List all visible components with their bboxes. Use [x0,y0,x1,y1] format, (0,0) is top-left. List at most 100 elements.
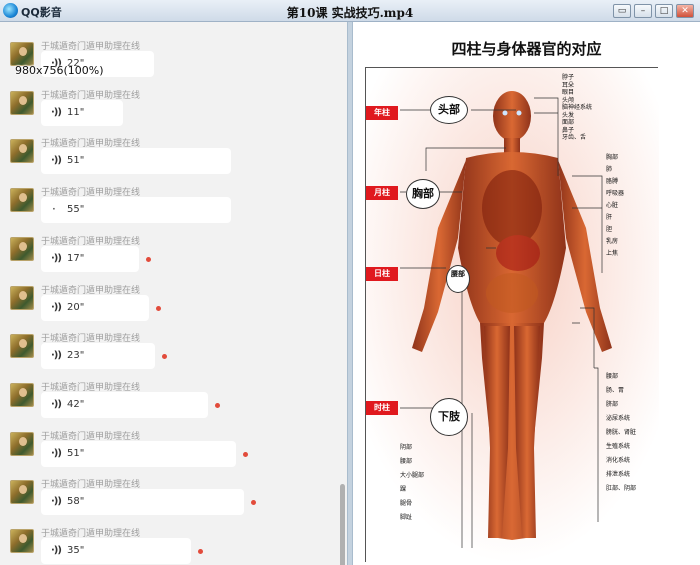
voice-wave-icon: ·)) [51,545,62,556]
chest-organ-label: 肝 [606,214,613,221]
title-bar[interactable]: QQ影音 第10课 实战技巧.mp4 ▭ – □ ✕ [0,0,700,22]
leg-part-label: 大小腿部 [400,472,425,479]
sender-avatar[interactable] [10,285,34,310]
unread-dot-icon [215,402,220,408]
voice-duration: 20" [67,301,85,313]
voice-message-bubble[interactable]: ·)) 42" [41,391,208,418]
voice-duration: 58" [67,496,85,508]
voice-message-bubble[interactable]: ·)) 17" [41,245,139,272]
chat-message[interactable]: 于城遁奇门遁甲助理在线 ·)) 51" [0,428,347,476]
waist-organ-label: 生殖系统 [606,443,631,450]
voice-message-bubble[interactable]: ·)) 58" [41,489,244,516]
unread-dot-icon [243,451,248,457]
waist-organ-label: 泌尿系统 [606,415,631,422]
voice-message-bubble[interactable]: ·)) 51" [41,440,236,467]
unread-dot-icon [146,256,151,262]
pillar-tag-day: 日柱 [366,267,398,281]
voice-duration: 23" [67,350,85,362]
video-frame: 四柱与身体器官的对应 年柱 月柱 日柱 时柱 头部 胸部 腰部 下肢 脖子 耳朵… [353,22,700,565]
chat-message[interactable]: 于城遁奇门遁甲助理在线 ·)) 42" [0,379,347,427]
voice-message-bubble[interactable]: ·)) 23" [41,343,155,370]
chest-organ-label: 肺 [606,166,613,173]
chat-message[interactable]: 于城遁奇门遁甲助理在线 ·)) 20" [0,282,347,330]
pillar-tag-month: 月柱 [366,186,398,200]
sender-avatar[interactable] [10,42,34,66]
region-waist: 腰部 [446,265,470,293]
unread-dot-icon [162,354,167,360]
voice-wave-icon: ·)) [51,398,62,410]
unread-dot-icon [251,500,256,506]
mini-mode-button[interactable]: ▭ [613,4,631,18]
leg-part-label: 阴部 [400,444,413,451]
waist-organ-label: 腰部 [606,373,619,380]
waist-organ-label: 消化系统 [606,457,631,464]
voice-message-bubble[interactable]: ·)) 35" [41,538,191,564]
leg-part-label: 踝 [400,486,407,493]
maximize-button[interactable]: □ [655,4,673,18]
sender-name: 于城遁奇门遁甲助理在线 [41,90,141,101]
sender-avatar[interactable] [10,139,34,164]
chat-message[interactable]: 于城遁奇门遁甲助理在线 ·)) 22" [0,38,347,86]
minimize-button[interactable]: – [634,4,652,18]
sender-avatar[interactable] [10,431,34,456]
region-lower: 下肢 [430,398,468,436]
chest-organ-label: 胸部 [606,154,619,161]
voice-wave-icon: ·)) [51,301,62,313]
voice-message-bubble[interactable]: ·)) 11" [41,99,123,126]
chat-scrollbar[interactable] [340,484,345,565]
region-head: 头部 [430,96,468,124]
image-dimensions-label: 980x756(100%) [15,64,104,77]
chat-message[interactable]: 于城遁奇门遁甲助理在线 ·)) 11" [0,87,347,135]
voice-duration: 51" [67,155,85,167]
voice-message-bubble[interactable]: · 55" [41,197,231,224]
sender-avatar[interactable] [10,480,34,505]
voice-wave-icon: ·)) [51,252,62,264]
sender-name: 于城遁奇门遁甲助理在线 [41,431,141,442]
sender-avatar[interactable] [10,236,34,261]
voice-wave-icon: ·)) [51,155,62,167]
waist-organ-label: 肛部、阴部 [606,485,637,492]
file-title: 第10课 实战技巧.mp4 [286,6,414,20]
voice-wave-icon: ·)) [51,496,62,508]
sender-avatar[interactable] [10,334,34,359]
chest-organ-label: 胳膊 [606,178,619,185]
waist-organ-label: 脐部 [606,401,619,408]
unread-dot-icon [198,549,203,554]
unread-dot-icon [156,305,161,311]
leg-part-label: 脚趾 [400,514,413,521]
sender-name: 于城遁奇门遁甲助理在线 [41,236,141,247]
chest-organ-label: 上焦 [606,250,619,257]
sender-avatar[interactable] [10,529,34,553]
waist-organ-label: 排泄系统 [606,471,631,478]
sender-avatar[interactable] [10,188,34,213]
chat-message[interactable]: 于城遁奇门遁甲助理在线 ·)) 17" [0,233,347,281]
leg-part-label: 腰部 [400,458,413,465]
chat-message[interactable]: 于城遁奇门遁甲助理在线 ·)) 51" [0,135,347,183]
voice-duration: 51" [67,447,85,459]
region-chest: 胸部 [406,179,440,209]
voice-duration: 55" [67,204,85,216]
voice-duration: 17" [67,252,85,264]
chat-message[interactable]: 于城遁奇门遁甲助理在线 ·)) 58" [0,476,347,524]
close-button[interactable]: ✕ [676,4,694,18]
pillar-tag-year: 年柱 [366,106,398,120]
pillar-tag-hour: 时柱 [366,401,398,415]
chat-message[interactable]: 于城遁奇门遁甲助理在线 · 55" [0,184,347,232]
sender-name: 于城遁奇门遁甲助理在线 [41,382,141,393]
voice-wave-icon: ·)) [51,106,62,118]
voice-duration: 35" [67,545,85,556]
voice-wave-icon: ·)) [51,350,62,362]
chest-organ-label: 呼吸器 [606,190,625,197]
chest-organ-label: 心脏 [606,202,619,209]
leg-part-label: 腿骨 [400,500,413,507]
voice-duration: 11" [67,106,85,118]
anatomy-figure: 年柱 月柱 日柱 时柱 头部 胸部 腰部 下肢 脖子 耳朵 眼目 头颅 脑神经系统 头发面… [365,67,659,563]
chat-message[interactable]: 于城遁奇门遁甲助理在线 ·)) 35" [0,525,347,565]
figure-title: 四柱与身体器官的对应 [451,40,602,58]
voice-playing-icon: · [52,202,56,217]
voice-message-bubble[interactable]: ·)) 20" [41,294,149,321]
sender-avatar[interactable] [10,382,34,407]
sender-avatar[interactable] [10,90,34,115]
voice-message-bubble[interactable]: ·)) 51" [41,148,231,175]
chat-message[interactable]: 于城遁奇门遁甲助理在线 ·)) 23" [0,330,347,378]
